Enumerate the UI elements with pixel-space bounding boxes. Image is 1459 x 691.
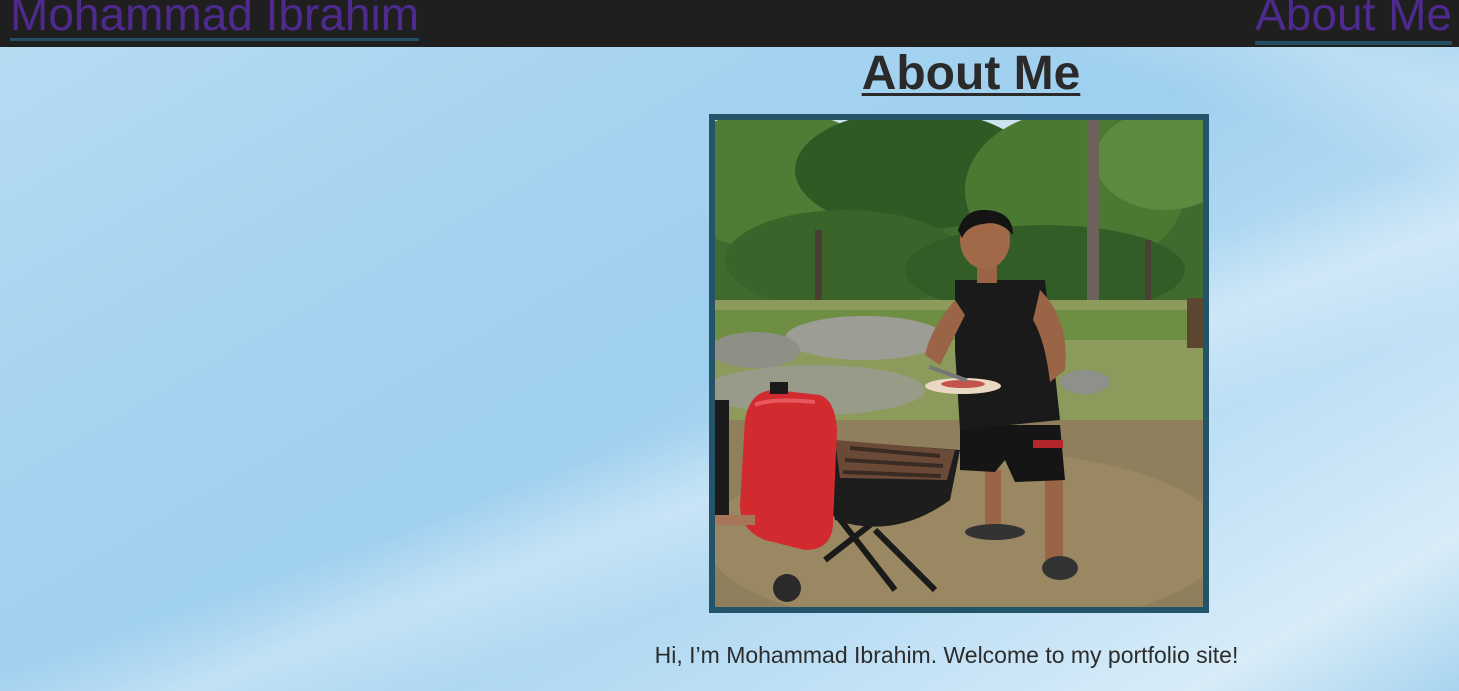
intro-text: Hi, I’m Mohammad Ibrahim. Welcome to my … — [654, 642, 1239, 668]
profile-photo — [709, 114, 1209, 613]
brand-home-link[interactable]: Mohammad Ibrahim — [10, 0, 420, 41]
nav-about-link[interactable]: About Me — [1255, 0, 1452, 45]
page-title: About Me — [0, 48, 1459, 100]
page-title-text: About Me — [861, 47, 1081, 100]
top-navbar: Mohammad Ibrahim About Me — [0, 0, 1459, 47]
